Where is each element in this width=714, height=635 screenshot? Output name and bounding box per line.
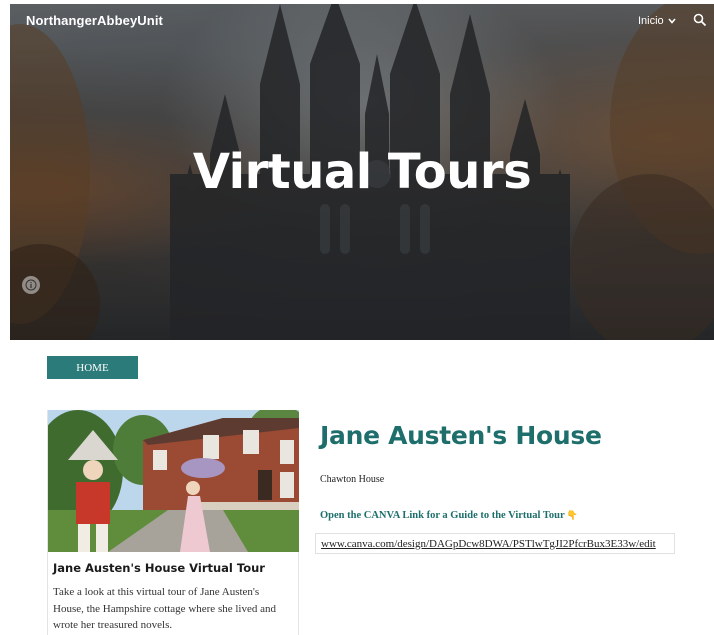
tour-card[interactable]: Jane Austen's House Virtual Tour Take a … (47, 410, 299, 635)
search-icon (693, 13, 707, 27)
nav-item-inicio[interactable]: Inicio (638, 15, 677, 27)
search-button[interactable] (693, 13, 707, 32)
nav-item-label: Inicio (638, 15, 664, 27)
info-icon (25, 279, 37, 291)
jane-austen-house-image (48, 410, 299, 552)
chevron-down-icon (668, 18, 676, 24)
section-heading: Jane Austen's House (320, 421, 602, 450)
canva-instruction: Open the CANVA Link for a Guide to the V… (320, 510, 578, 521)
hero-banner: NorthangerAbbeyUnit Inicio Virtual Tours (10, 4, 714, 340)
section-subtitle: Chawton House (320, 474, 385, 485)
card-title: Jane Austen's House Virtual Tour (53, 561, 265, 575)
home-button[interactable]: HOME (47, 356, 138, 379)
page-title: Virtual Tours (192, 144, 532, 200)
canva-link-box: www.canva.com/design/DAGpDcw8DWA/PSTlwTg… (315, 533, 675, 554)
canva-instruction-text: Open the CANVA Link for a Guide to the V… (320, 510, 565, 521)
image-info-button[interactable] (22, 276, 40, 294)
card-description: Take a look at this virtual tour of Jane… (53, 586, 276, 631)
site-title[interactable]: NorthangerAbbeyUnit (26, 13, 163, 28)
canva-link[interactable]: www.canva.com/design/DAGpDcw8DWA/PSTlwTg… (321, 538, 656, 550)
pointing-down-icon: 👇 (566, 510, 578, 521)
